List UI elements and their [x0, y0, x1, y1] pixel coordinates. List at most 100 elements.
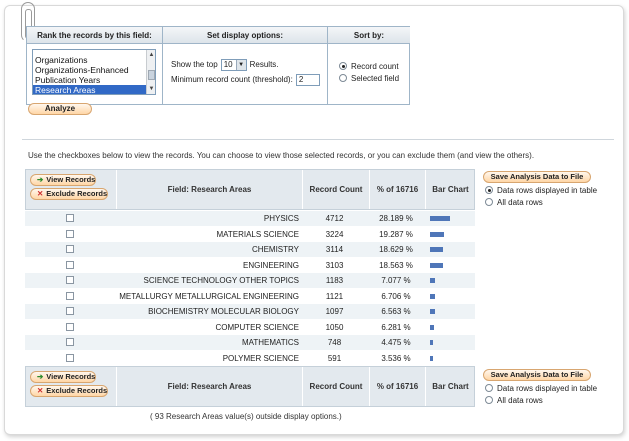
sort-selected-field-label: Selected field — [351, 73, 400, 83]
results-label: Results. — [249, 60, 279, 69]
table-row: ENGINEERING 3103 18.563 % — [25, 258, 475, 273]
table-row: PHYSICS 4712 28.189 % — [25, 211, 475, 226]
sort-options: Record count Selected field — [339, 60, 399, 84]
row-checkbox[interactable] — [66, 307, 74, 315]
table-row: COMPUTER SCIENCE 1050 6.281 % — [25, 320, 475, 335]
show-top-select[interactable]: 10 ▼ — [220, 58, 247, 71]
row-field-name: METALLURGY METALLURGICAL ENGINEERING — [119, 291, 299, 301]
scroll-down-icon[interactable]: ▼ — [148, 85, 155, 93]
listbox-option[interactable]: Organizations-Enhanced — [33, 65, 155, 75]
chevron-down-icon[interactable]: ▼ — [235, 59, 246, 70]
row-field-name: MATERIALS SCIENCE — [216, 229, 299, 239]
analyze-button[interactable]: Analyze — [28, 103, 92, 115]
row-checkbox[interactable] — [66, 291, 74, 300]
row-record-count: 1183 — [325, 276, 344, 285]
col-header-field: Field: Research Areas — [116, 367, 302, 406]
save-analysis-button[interactable]: Save Analysis Data to File — [483, 171, 591, 183]
options-panel: Rank the records by this field: Set disp… — [26, 26, 410, 105]
save-displayed-option[interactable]: Data rows displayed in table — [477, 184, 613, 196]
row-bar — [430, 247, 443, 252]
scroll-thumb[interactable] — [148, 70, 155, 80]
rank-field-listbox[interactable]: Organizations Organizations-Enhanced Pub… — [32, 49, 156, 95]
col-header-count: Record Count — [302, 367, 369, 406]
table-row: METALLURGY METALLURGICAL ENGINEERING 1121… — [25, 289, 475, 304]
display-options: Show the top 10 ▼ Results. Minimum recor… — [171, 57, 320, 87]
row-percent: 28.189 % — [379, 214, 413, 223]
row-record-count: 3114 — [325, 245, 344, 254]
close-icon: ✕ — [37, 386, 44, 395]
close-icon: ✕ — [37, 189, 44, 198]
row-bar — [430, 309, 435, 314]
table-row: MATHEMATICS 748 4.475 % — [25, 335, 475, 350]
radio-icon[interactable] — [485, 198, 493, 206]
row-checkbox[interactable] — [66, 245, 74, 253]
col-header-percent: % of 16716 — [369, 367, 425, 406]
divider — [22, 139, 614, 140]
row-field-name: POLYMER SCIENCE — [222, 353, 299, 363]
save-all-label: All data rows — [497, 395, 543, 405]
listbox-scrollbar[interactable]: ▲ ▼ — [146, 50, 155, 94]
row-bar — [430, 262, 443, 268]
row-checkbox[interactable] — [66, 260, 74, 269]
table-header-top: ➔ View Records ✕ Exclude Records Field: Re… — [25, 169, 475, 210]
threshold-input[interactable]: 2 — [295, 73, 320, 86]
row-record-count: 3103 — [325, 260, 344, 270]
exclude-records-button[interactable]: ✕ Exclude Records — [30, 188, 109, 200]
row-field-name: MATHEMATICS — [241, 338, 299, 347]
sort-header: Sort by: — [328, 27, 410, 44]
row-checkbox[interactable] — [66, 276, 74, 284]
col-header-bar: Bar Chart — [425, 367, 475, 406]
instructions-text: Use the checkboxes below to view the rec… — [28, 151, 535, 160]
row-record-count: 1121 — [325, 291, 344, 301]
row-record-count: 591 — [327, 353, 342, 363]
row-checkbox[interactable] — [66, 229, 74, 238]
radio-selected-icon[interactable] — [339, 62, 347, 70]
threshold-label: Minimum record count (threshold): — [171, 75, 293, 84]
radio-icon[interactable] — [485, 396, 493, 404]
row-checkbox[interactable] — [66, 322, 74, 331]
save-all-option[interactable]: All data rows — [477, 394, 613, 406]
save-all-option[interactable]: All data rows — [477, 196, 613, 208]
listbox-option[interactable]: Organizations — [33, 55, 155, 65]
row-field-name: ENGINEERING — [242, 260, 299, 270]
radio-icon[interactable] — [339, 74, 347, 82]
row-field-name: SCIENCE TECHNOLOGY OTHER TOPICS — [143, 276, 299, 285]
save-all-label: All data rows — [497, 197, 543, 207]
row-bar — [430, 355, 433, 361]
listbox-option-selected[interactable]: Research Areas — [33, 85, 155, 94]
row-percent: 18.629 % — [379, 245, 413, 254]
view-records-button[interactable]: ➔ View Records — [30, 371, 97, 383]
table-row: MATERIALS SCIENCE 3224 19.287 % — [25, 227, 475, 242]
sort-record-count-option[interactable]: Record count — [339, 60, 399, 72]
row-percent: 18.563 % — [379, 260, 413, 270]
row-record-count: 3224 — [325, 229, 344, 239]
row-record-count: 748 — [327, 338, 342, 347]
save-displayed-option[interactable]: Data rows displayed in table — [477, 382, 613, 394]
save-panel-bottom: Save Analysis Data to File Data rows dis… — [477, 369, 613, 406]
save-analysis-button[interactable]: Save Analysis Data to File — [483, 369, 591, 381]
save-displayed-label: Data rows displayed in table — [497, 185, 598, 195]
row-field-name: COMPUTER SCIENCE — [215, 322, 299, 332]
row-checkbox[interactable] — [66, 214, 74, 222]
view-records-button[interactable]: ➔ View Records — [30, 174, 97, 186]
row-percent: 4.475 % — [381, 338, 411, 347]
arrow-right-icon: ➔ — [37, 372, 44, 381]
row-percent: 6.706 % — [381, 291, 411, 301]
radio-selected-icon[interactable] — [485, 186, 493, 194]
exclude-records-button[interactable]: ✕ Exclude Records — [30, 385, 109, 397]
scroll-up-icon[interactable]: ▲ — [148, 51, 155, 59]
row-bar — [430, 231, 444, 237]
row-percent: 6.281 % — [381, 322, 411, 332]
row-percent: 7.077 % — [381, 276, 411, 285]
sort-selected-field-option[interactable]: Selected field — [339, 72, 399, 84]
row-checkbox[interactable] — [66, 338, 74, 346]
row-bar — [430, 340, 433, 345]
row-checkbox[interactable] — [66, 353, 74, 362]
listbox-option[interactable]: Publication Years — [33, 75, 155, 85]
col-header-field: Field: Research Areas — [116, 170, 302, 209]
exclude-records-label: Exclude Records — [46, 189, 108, 198]
view-records-label: View Records — [46, 175, 96, 184]
row-percent: 3.536 % — [381, 353, 411, 363]
show-top-label: Show the top — [171, 60, 218, 69]
radio-icon[interactable] — [485, 384, 493, 392]
